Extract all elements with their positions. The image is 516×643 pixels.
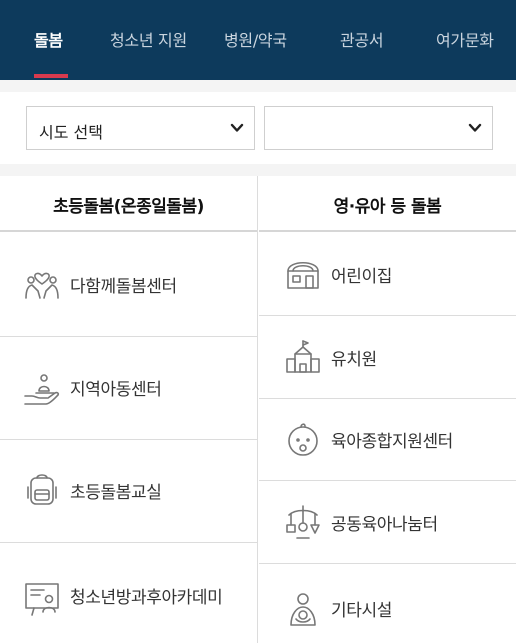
list-item-label: 어린이집 bbox=[331, 267, 392, 287]
tab-care[interactable]: 돌봄 bbox=[34, 27, 63, 51]
elementary-care-column: 초등돌봄(온종일돌봄) 다함께돌봄센터 지역아동센터 초등돌봄교실 청소년방과후… bbox=[0, 176, 258, 643]
list-item-label: 초등돌봄교실 bbox=[70, 483, 162, 503]
hand-child-icon bbox=[24, 374, 60, 405]
column-header: 초등돌봄(온종일돌봄) bbox=[0, 176, 257, 232]
list-item-youth-academy[interactable]: 청소년방과후아카데미 bbox=[0, 543, 257, 643]
infant-care-column: 영·유아 등 돌봄 어린이집 유치원 육아종합지원센터 공동육아나눔터 기타시설 bbox=[259, 176, 516, 643]
list-item-dahamkke-center[interactable]: 다함께돌봄센터 bbox=[0, 234, 257, 337]
list-item-community-childcare-space[interactable]: 공동육아나눔터 bbox=[259, 481, 516, 564]
list-item-label: 공동육아나눔터 bbox=[331, 515, 438, 535]
district-select[interactable] bbox=[264, 106, 493, 150]
hands-heart-icon bbox=[25, 272, 59, 299]
list-item-label: 유치원 bbox=[331, 350, 377, 370]
column-header: 영·유아 등 돌봄 bbox=[259, 176, 516, 232]
active-tab-indicator bbox=[34, 74, 68, 78]
list-item-childcare-support-center[interactable]: 육아종합지원센터 bbox=[259, 399, 516, 481]
chevron-down-icon bbox=[468, 123, 482, 132]
list-item-elementary-care-class[interactable]: 초등돌봄교실 bbox=[0, 440, 257, 543]
top-nav: 돌봄 청소년 지원 병원/약국 관공서 여가문화 bbox=[0, 0, 516, 80]
list-item-kindergarten[interactable]: 유치원 bbox=[259, 316, 516, 399]
section-divider bbox=[0, 80, 516, 92]
region-select[interactable]: 시도 선택 bbox=[26, 106, 255, 150]
backpack-icon bbox=[27, 474, 57, 505]
list-item-label: 지역아동센터 bbox=[70, 380, 162, 400]
people-hug-icon bbox=[290, 593, 316, 626]
section-divider bbox=[0, 164, 516, 176]
whiteboard-icon bbox=[25, 583, 59, 616]
tab-hospital-pharmacy[interactable]: 병원/약국 bbox=[224, 27, 287, 51]
list-item-label: 청소년방과후아카데미 bbox=[70, 588, 223, 608]
list-item-label: 육아종합지원센터 bbox=[331, 432, 453, 452]
column-title: 영·유아 등 돌봄 bbox=[333, 197, 442, 217]
baby-face-icon bbox=[288, 423, 318, 456]
chevron-down-icon bbox=[230, 123, 244, 132]
list-item-label: 기타시설 bbox=[331, 601, 392, 621]
list-item-other-facilities[interactable]: 기타시설 bbox=[259, 564, 516, 643]
region-select-value: 시도 선택 bbox=[39, 123, 103, 142]
tab-public-office[interactable]: 관공서 bbox=[340, 27, 384, 51]
list-item-community-child-center[interactable]: 지역아동센터 bbox=[0, 337, 257, 440]
daycare-building-icon bbox=[287, 261, 319, 289]
tab-youth-support[interactable]: 청소년 지원 bbox=[110, 27, 187, 51]
tab-leisure-culture[interactable]: 여가문화 bbox=[436, 27, 494, 51]
column-title: 초등돌봄(온종일돌봄) bbox=[53, 197, 204, 217]
school-building-icon bbox=[286, 340, 320, 373]
baby-mobile-icon bbox=[286, 505, 320, 539]
filter-row: 시도 선택 bbox=[0, 92, 516, 164]
list-item-daycare[interactable]: 어린이집 bbox=[259, 234, 516, 316]
list-item-label: 다함께돌봄센터 bbox=[70, 277, 177, 297]
